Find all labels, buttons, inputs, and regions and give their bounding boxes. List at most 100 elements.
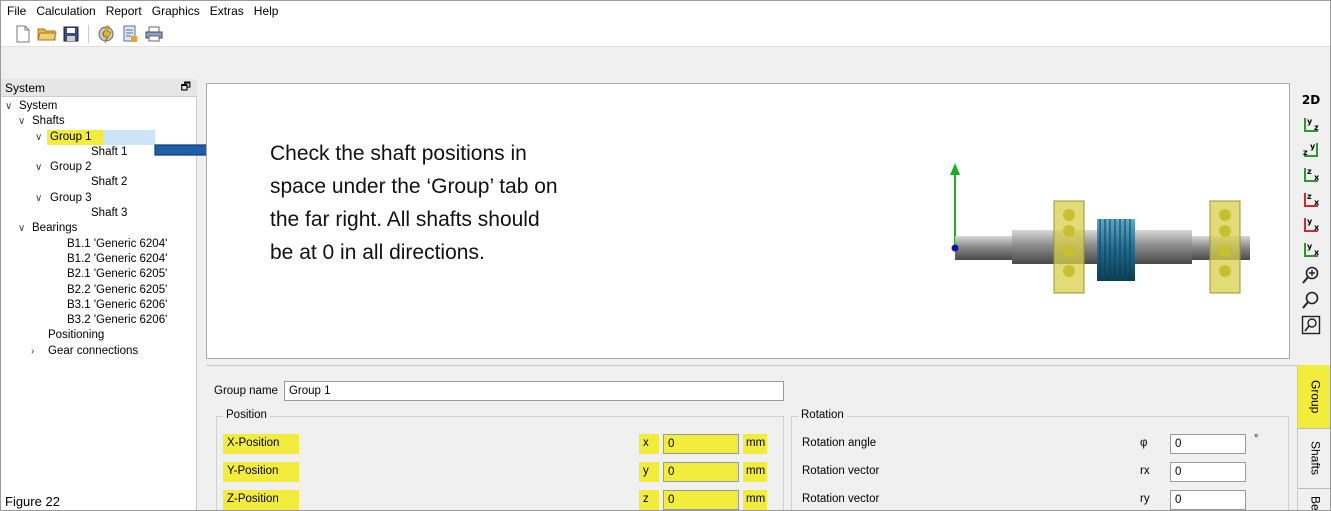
view-yx-alt-icon[interactable]: yx [1299,214,1323,236]
rotation-vector-rx-input[interactable] [1170,462,1246,482]
menu-graphics[interactable]: Graphics [152,4,206,18]
bearing-ball [1219,209,1231,221]
x-position-row: X-Position x mm [217,433,783,455]
toolbar-separator [88,24,89,43]
tree-item-system[interactable]: ∨ System [1,99,197,114]
tree-item-shaft-2[interactable]: Shaft 2 [1,175,197,190]
rotation-angle-input[interactable] [1170,434,1246,454]
group-name-input[interactable] [283,381,784,401]
report-icon[interactable] [120,24,140,44]
zoom-fit-icon[interactable] [1299,314,1323,336]
tree-item-bearing-b1-2[interactable]: B1.2 'Generic 6204' [1,252,197,267]
3d-viewport[interactable]: Check the shaft positions in space under… [206,83,1290,359]
bearing-ball [1219,245,1231,257]
rotation-vector-ry-input[interactable] [1170,490,1246,510]
rx-symbol: rx [1140,465,1150,477]
z-axis-symbol: z [639,490,659,510]
open-folder-icon[interactable] [37,24,57,44]
view-zx-alt-icon[interactable]: zx [1299,189,1323,211]
tree-item-positioning[interactable]: Positioning [1,328,197,343]
tree-item-bearing-b2-1[interactable]: B2.1 'Generic 6205' [1,267,197,282]
annotation-line: be at 0 in all directions. [270,241,485,264]
view-yx-icon[interactable]: yx [1299,239,1323,261]
tab-shafts[interactable]: Shafts [1298,429,1330,489]
ry-symbol: ry [1140,493,1150,505]
group-properties-panel: Group name Position X-Position x mm Y-Po… [206,365,1297,510]
tree-item-shafts[interactable]: ∨ Shafts [1,114,197,129]
rotation-groupbox: Rotation Rotation angle φ ° Rotation vec… [791,409,1289,510]
float-window-icon[interactable]: 🗗 [181,78,191,97]
print-icon[interactable] [144,24,164,44]
annotation-line: space under the ‘Group’ tab on [270,175,558,198]
tree-item-bearings[interactable]: ∨ Bearings [1,221,197,236]
y-position-unit: mm [743,462,767,482]
tab-bearings[interactable]: Be [1298,489,1330,510]
x-axis-symbol: x [639,434,659,454]
svg-text:z: z [1303,148,1308,157]
tree-item-bearing-b3-2[interactable]: B3.2 'Generic 6206' [1,313,197,328]
svg-text:x: x [1314,223,1320,232]
tree-item-gear-connections[interactable]: › Gear connections [1,344,197,359]
calculate-icon[interactable] [96,24,116,44]
rotation-angle-unit: ° [1254,433,1259,445]
view-toolbar: 2D yz zy zx zx yx yx [1294,83,1328,359]
tab-group[interactable]: Group [1298,365,1330,429]
system-panel-header: System 🗗 [1,79,197,97]
tree-item-shaft-3[interactable]: Shaft 3 [1,206,197,221]
expand-chevron-icon[interactable]: ∨ [35,191,42,206]
save-icon[interactable] [61,24,81,44]
collapse-chevron-icon[interactable]: › [31,344,34,359]
annotation-line: the far right. All shafts should [270,208,540,231]
expand-chevron-icon[interactable]: ∨ [18,114,25,129]
bearing-ball [1063,245,1075,257]
expand-chevron-icon[interactable]: ∨ [18,221,25,236]
x-position-input[interactable] [663,434,739,454]
menu-calculation[interactable]: Calculation [36,4,101,18]
panel-title: System [5,80,46,95]
new-file-icon[interactable] [13,24,33,44]
tree-item-bearing-b2-2[interactable]: B2.2 'Generic 6205' [1,283,197,298]
view-zy-icon[interactable]: zy [1299,139,1323,161]
expand-chevron-icon[interactable]: ∨ [5,99,12,114]
menu-report[interactable]: Report [106,4,148,18]
y-position-input[interactable] [663,462,739,482]
group-name-row: Group name [214,381,784,401]
bearing-ball [1063,265,1075,277]
view-yz-icon[interactable]: yz [1299,114,1323,136]
view-zx-icon[interactable]: zx [1299,164,1323,186]
rotation-vector-label: Rotation vector [802,465,880,477]
svg-text:y: y [1310,142,1316,151]
menu-file[interactable]: File [7,4,32,18]
selection-highlight [103,129,155,145]
position-title: Position [223,409,270,421]
bearing-ball [1063,209,1075,221]
annotation-line: Check the shaft positions in [270,142,527,165]
expand-chevron-icon[interactable]: ∨ [35,160,42,175]
y-axis-symbol: y [639,462,659,482]
menu-extras[interactable]: Extras [210,4,250,18]
figure-caption: Figure 22 [5,494,60,509]
y-axis-arrowhead [950,163,960,175]
tree-item-bearing-b3-1[interactable]: B3.1 'Generic 6206' [1,298,197,313]
view-2d-button[interactable]: 2D [1299,89,1323,111]
phi-symbol: φ [1140,437,1148,449]
x-position-label: X-Position [223,434,299,454]
gear [1097,219,1135,281]
bearing-ball [1219,265,1231,277]
svg-text:y: y [1307,217,1313,226]
svg-text:x: x [1314,248,1320,257]
z-position-label: Z-Position [223,490,299,510]
tree-item-group-3[interactable]: ∨ Group 3 [1,191,197,206]
zoom-in-icon[interactable] [1299,264,1323,286]
zoom-out-icon[interactable] [1299,289,1323,311]
menubar: File Calculation Report Graphics Extras … [1,1,1330,21]
tree-item-bearing-b1-1[interactable]: B1.1 'Generic 6204' [1,237,197,252]
menu-help[interactable]: Help [254,4,285,18]
bearing-ball [1063,225,1075,237]
position-groupbox: Position X-Position x mm Y-Position y mm… [216,409,784,510]
rotation-vector-ry-row: Rotation vector ry [792,489,1288,510]
expand-chevron-icon[interactable]: ∨ [35,130,42,145]
rotation-title: Rotation [798,409,847,421]
z-position-input[interactable] [663,490,739,510]
svg-text:y: y [1307,117,1313,126]
